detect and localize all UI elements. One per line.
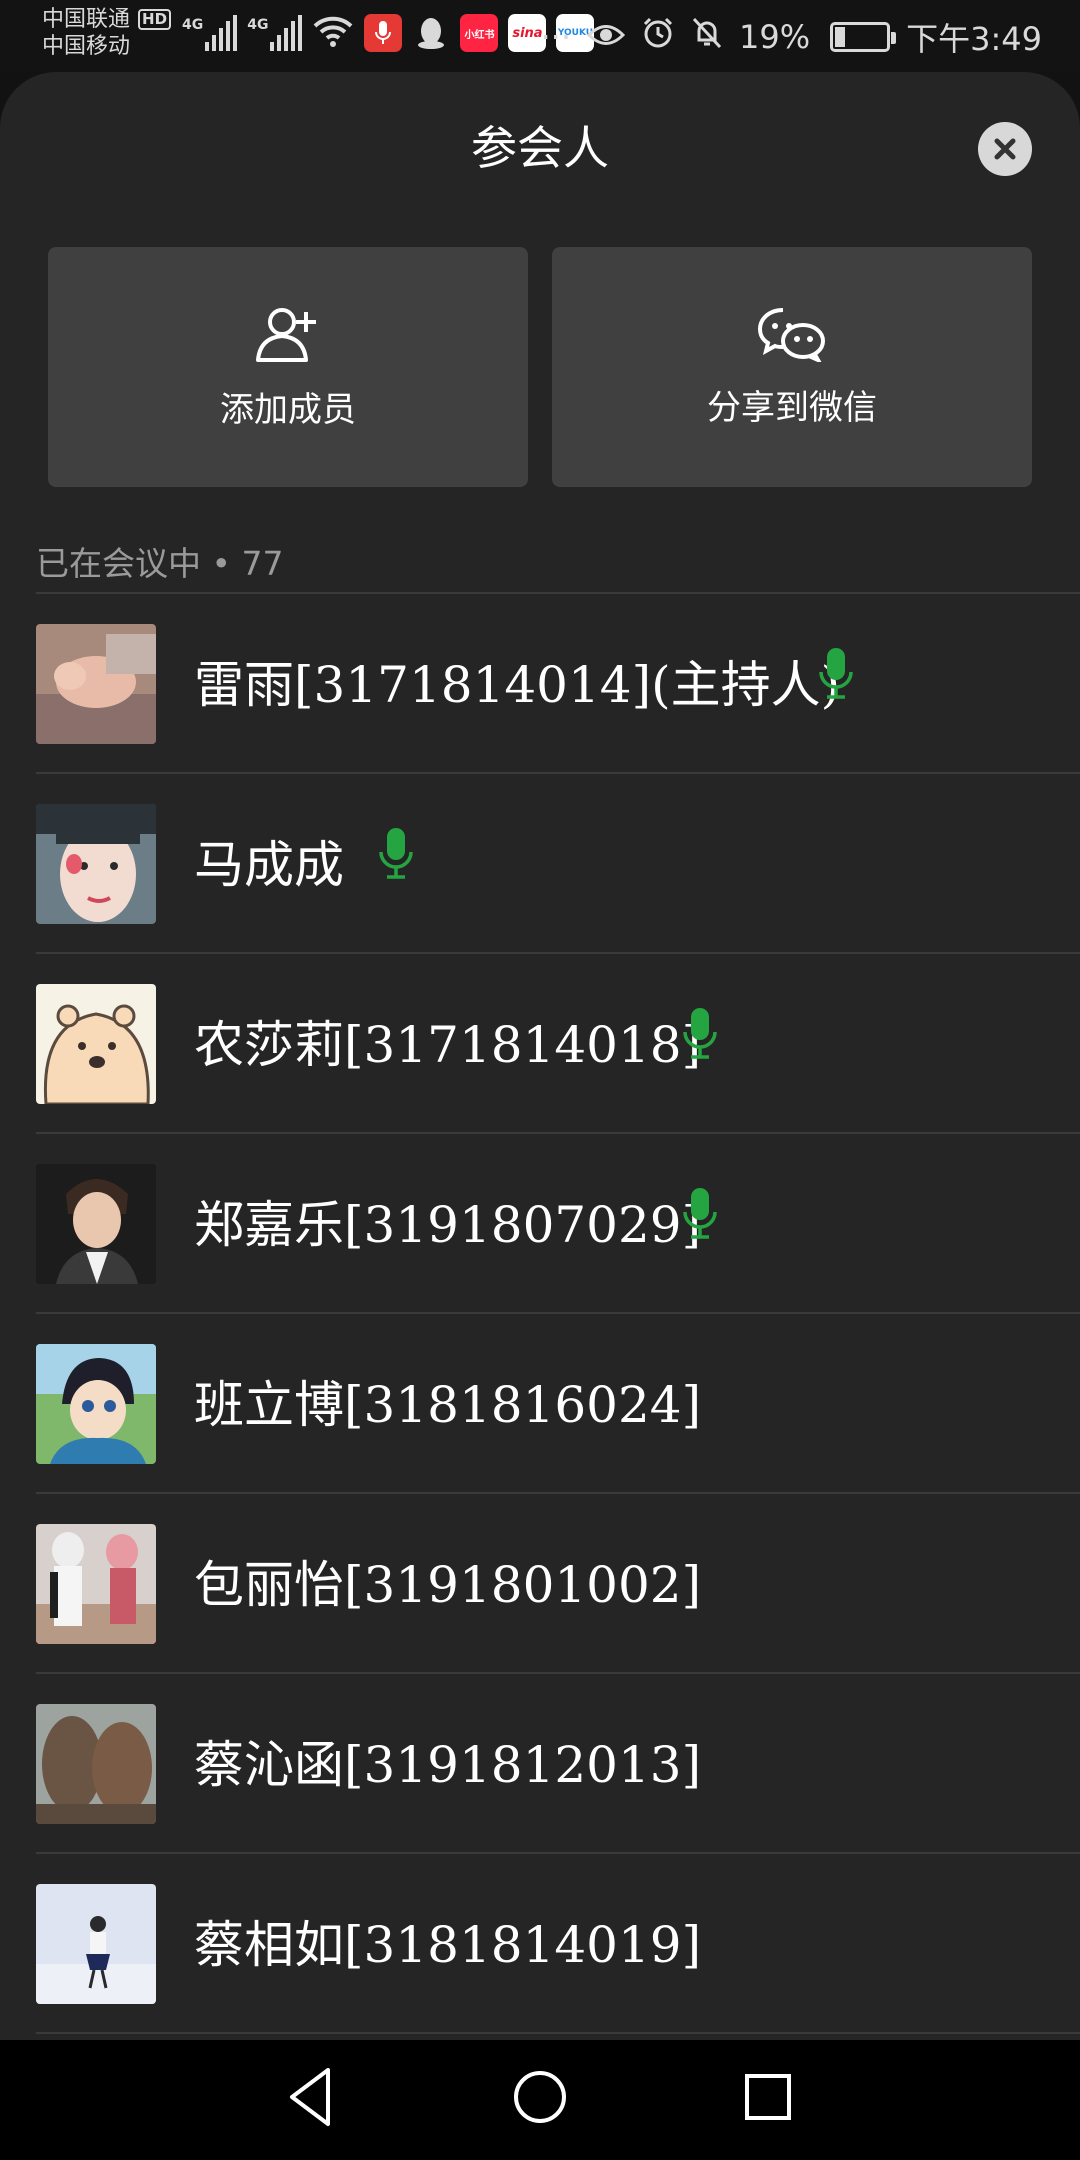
participant-row[interactable]: 蔡沁函[3191812013]: [0, 1674, 1080, 1854]
clock: 下午3:49: [906, 20, 1042, 58]
participant-name: 雷雨[3171814014](主持人): [194, 656, 841, 714]
network-type-1: 4G: [182, 17, 204, 33]
sheet-title: 参会人: [471, 121, 609, 175]
status-left-icons: 4G 4G 小红书 sina YOUKU: [182, 14, 595, 52]
close-icon: [994, 138, 1016, 160]
network-type-2: 4G: [247, 17, 269, 33]
participant-name: 包丽怡[3191801002]: [194, 1556, 702, 1614]
close-button[interactable]: [978, 122, 1032, 176]
battery-percent: 19%: [739, 18, 811, 56]
microphone-on-icon: [682, 1186, 718, 1246]
microphone-on-icon: [378, 826, 414, 886]
participant-name: 马成成: [194, 836, 344, 894]
participant-name: 班立博[3181816024]: [194, 1376, 702, 1434]
avatar: [36, 804, 156, 924]
avatar: [36, 984, 156, 1104]
avatar: [36, 624, 156, 744]
participant-name: 蔡相如[3181814019]: [194, 1916, 702, 1974]
hd-badge: HD: [138, 9, 172, 30]
home-circle-icon: [514, 2071, 566, 2123]
eye-comfort-icon: [586, 18, 626, 56]
alarm-icon: [641, 16, 675, 58]
participant-row[interactable]: 包丽怡[3191801002]: [0, 1494, 1080, 1674]
participant-row[interactable]: 农莎莉[3171814018]: [0, 954, 1080, 1134]
carrier-info: 中国联通 HD 中国移动: [42, 6, 172, 60]
home-button[interactable]: [512, 2064, 568, 2134]
wechat-icon: [757, 307, 825, 362]
participants-sheet: 参会人 添加成员 分享到微信 已在会议中 • 77 雷雨[3171814014]…: [0, 72, 1080, 2040]
share-wechat-label: 分享到微信: [707, 387, 877, 428]
add-user-icon: [256, 307, 316, 362]
participant-row[interactable]: 马成成: [0, 774, 1080, 954]
share-wechat-button[interactable]: 分享到微信: [552, 247, 1032, 487]
microphone-on-icon: [682, 1006, 718, 1066]
navigation-bar: [0, 2040, 1080, 2160]
participant-row[interactable]: 雷雨[3171814014](主持人): [0, 594, 1080, 774]
voice-recorder-app-icon: [364, 14, 403, 52]
row-divider: [36, 2032, 1080, 2034]
status-right-icons: ··· 19% 下午3:49: [540, 14, 1042, 60]
avatar: [36, 1524, 156, 1644]
carrier-2-label: 中国移动: [42, 34, 131, 59]
qq-penguin-icon: [412, 14, 450, 52]
battery-icon: [830, 22, 897, 52]
avatar: [36, 1344, 156, 1464]
participant-name: 郑嘉乐[3191807029]: [194, 1196, 702, 1254]
participant-name: 农莎莉[3171814018]: [194, 1016, 702, 1074]
xiaohongshu-app-icon: 小红书: [460, 14, 499, 52]
signal-icon-2: 4G: [247, 15, 303, 51]
add-member-label: 添加成员: [220, 389, 356, 430]
avatar: [36, 1164, 156, 1284]
participant-row[interactable]: 蔡相如[3181814019]: [0, 1854, 1080, 2034]
recents-square-icon: [745, 2074, 791, 2120]
avatar: [36, 1704, 156, 1824]
signal-icon-1: 4G: [182, 15, 238, 51]
more-notifications-icon: ···: [540, 18, 571, 56]
in-meeting-count-label: 已在会议中 • 77: [36, 544, 284, 583]
mute-bell-icon: [691, 16, 723, 58]
avatar: [36, 1884, 156, 2004]
participant-name: 蔡沁函[3191812013]: [194, 1736, 702, 1794]
back-button[interactable]: [284, 2064, 336, 2134]
add-member-button[interactable]: 添加成员: [48, 247, 528, 487]
recents-button[interactable]: [742, 2064, 794, 2134]
wifi-icon: [312, 14, 354, 52]
carrier-1-label: 中国联通: [42, 7, 131, 32]
participant-row[interactable]: 班立博[3181816024]: [0, 1314, 1080, 1494]
status-bar: 中国联通 HD 中国移动 4G 4G 小红书 sina YOUKU ··· 19…: [0, 0, 1080, 72]
microphone-on-icon: [818, 646, 854, 706]
back-triangle-icon: [290, 2068, 330, 2126]
participant-row[interactable]: 郑嘉乐[3191807029]: [0, 1134, 1080, 1314]
